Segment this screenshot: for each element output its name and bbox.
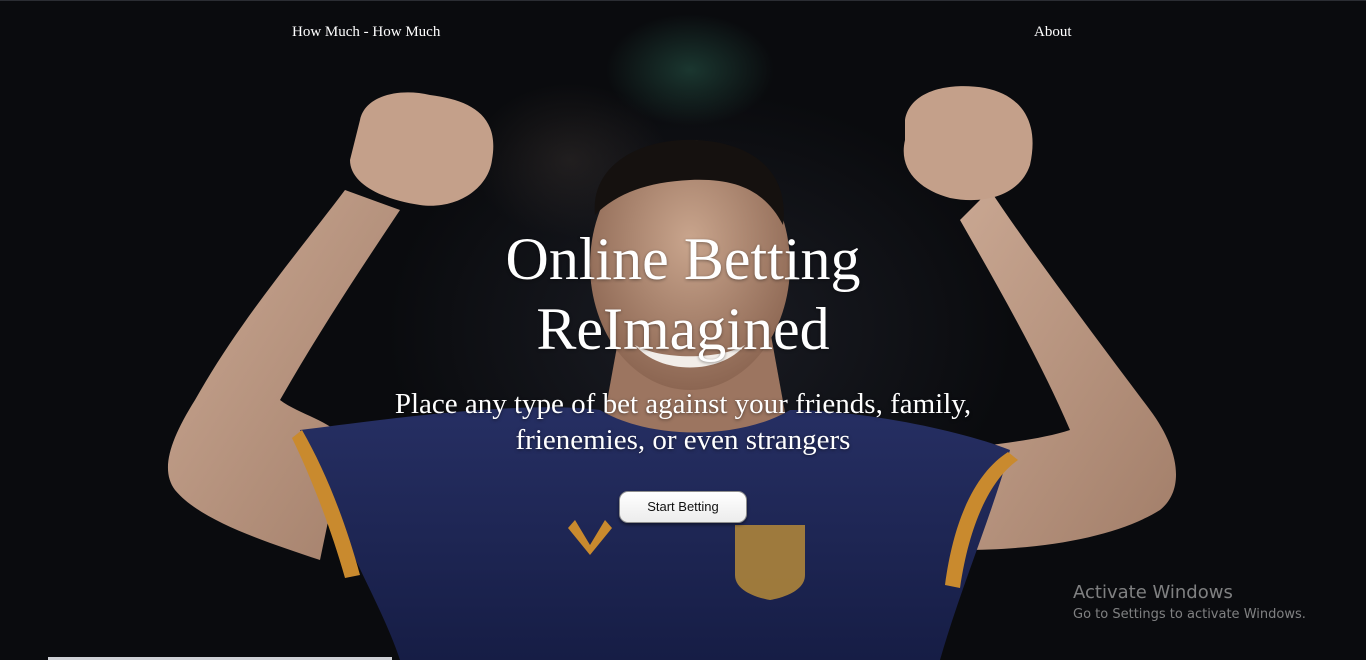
hero-headline: Online Betting ReImagined xyxy=(383,224,983,364)
watermark-subtitle: Go to Settings to activate Windows. xyxy=(1073,607,1306,622)
headline-line-2: ReImagined xyxy=(536,296,830,362)
brand-link[interactable]: How Much - How Much xyxy=(292,24,440,41)
subheading-line-1: Place any type of bet against your frien… xyxy=(394,388,972,420)
windows-activation-watermark: Activate Windows Go to Settings to activ… xyxy=(1073,582,1306,625)
start-betting-button[interactable]: Start Betting xyxy=(619,491,747,523)
hero-subheading: Place any type of bet against your frien… xyxy=(343,386,1023,458)
hero-section: How Much - How Much About Online Betting… xyxy=(0,0,1366,660)
watermark-title: Activate Windows xyxy=(1073,582,1233,603)
about-link[interactable]: About xyxy=(1034,24,1072,41)
subheading-line-2: frienemies, or even strangers xyxy=(515,424,851,456)
headline-line-1: Online Betting xyxy=(505,226,861,292)
top-border xyxy=(0,0,1366,1)
